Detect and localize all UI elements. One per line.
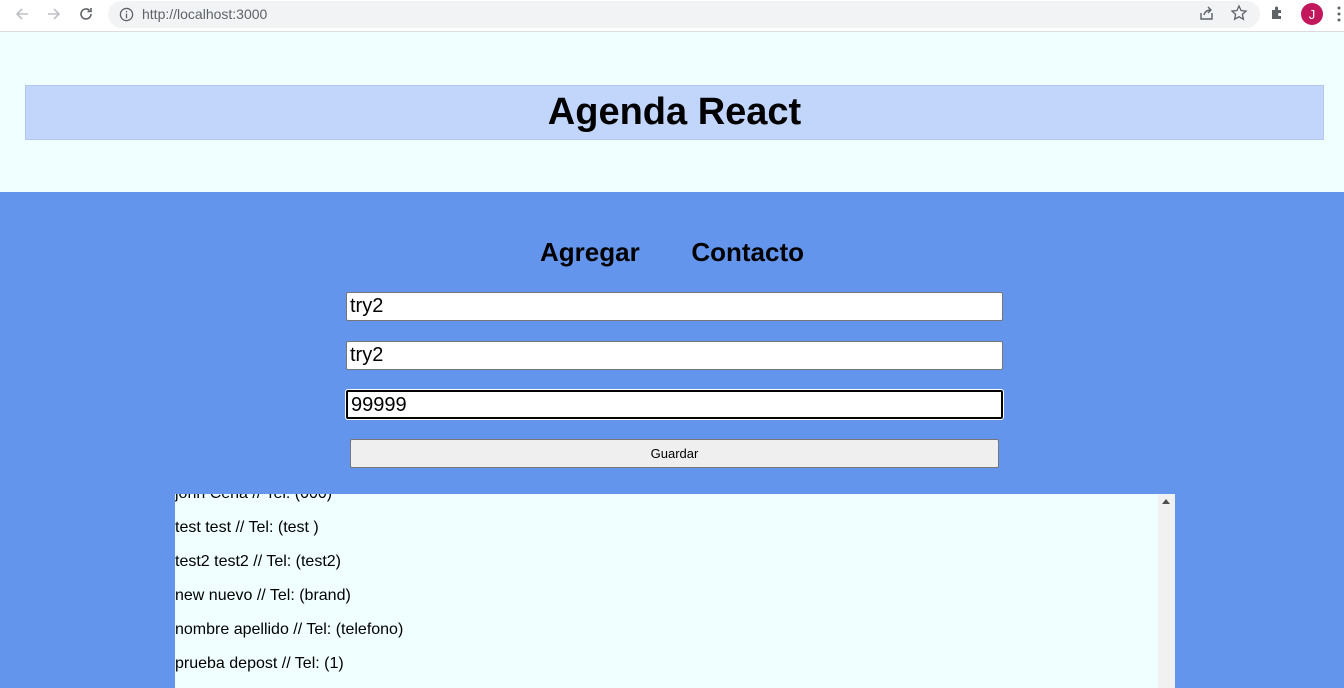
page-title: Agenda React <box>547 91 802 133</box>
first-name-input[interactable]: try2 <box>346 292 1003 321</box>
list-item: new nuevo // Tel: (brand) <box>175 587 351 604</box>
browser-toolbar: http://localhost:3000 J <box>0 0 1344 32</box>
profile-avatar[interactable]: J <box>1301 3 1323 25</box>
bookmark-star-icon[interactable] <box>1230 4 1248 27</box>
list-item: john Cena // Tel: (000) <box>175 494 332 503</box>
list-item: test2 test2 // Tel: (test2) <box>175 553 341 570</box>
add-contact-section: Agregar Contacto try2 try2 99999 Guardar… <box>0 192 1344 688</box>
app-header: Agenda React <box>25 85 1324 140</box>
last-name-input[interactable]: try2 <box>346 341 1003 370</box>
list-scrollbar[interactable] <box>1158 494 1175 688</box>
form-title: Agregar Contacto <box>539 237 805 267</box>
phone-input[interactable]: 99999 <box>345 389 1004 420</box>
back-arrow-icon[interactable] <box>10 2 34 26</box>
menu-dots-icon[interactable] <box>1337 6 1341 27</box>
info-icon[interactable] <box>119 7 134 22</box>
list-item: nombre apellido // Tel: (telefono) <box>175 621 404 638</box>
save-button[interactable]: Guardar <box>350 439 999 468</box>
contact-list[interactable]: john Cena // Tel: (000) test test // Tel… <box>175 494 1175 688</box>
url-text: http://localhost:3000 <box>142 6 268 22</box>
share-icon[interactable] <box>1198 4 1216 27</box>
extensions-puzzle-icon[interactable] <box>1269 4 1287 27</box>
address-bar[interactable]: http://localhost:3000 <box>108 1 1260 28</box>
reload-icon[interactable] <box>74 2 98 26</box>
list-item: prueba depost // Tel: (1) <box>175 655 344 672</box>
forward-arrow-icon[interactable] <box>42 2 66 26</box>
page-body: Agenda React Agregar Contacto try2 try2 … <box>0 33 1344 688</box>
scroll-up-arrow-icon[interactable] <box>1162 499 1170 504</box>
list-item: test test // Tel: (test ) <box>175 519 319 536</box>
